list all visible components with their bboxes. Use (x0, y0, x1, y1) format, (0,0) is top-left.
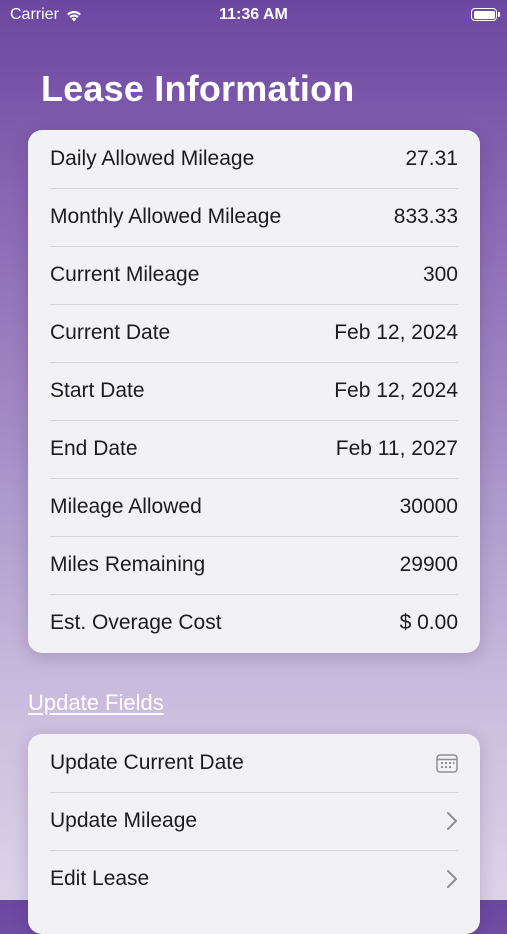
info-value: 300 (422, 263, 458, 286)
info-label: Current Mileage (50, 263, 200, 286)
info-row-start-date: Start Date Feb 12, 2024 (28, 362, 480, 420)
lease-info-card: Daily Allowed Mileage 27.31 Monthly Allo… (28, 130, 480, 653)
info-label: Est. Overage Cost (50, 611, 222, 634)
update-current-date-button[interactable]: Update Current Date (28, 734, 480, 792)
page-title: Lease Information (41, 68, 355, 109)
info-value: Feb 11, 2027 (335, 437, 458, 460)
chevron-right-icon (447, 812, 457, 830)
edit-lease-button[interactable]: Edit Lease (28, 850, 480, 908)
chevron-right-icon (447, 870, 457, 888)
info-value: 29900 (399, 553, 458, 576)
info-row-miles-remaining: Miles Remaining 29900 (28, 536, 480, 594)
info-row-end-date: End Date Feb 11, 2027 (28, 420, 480, 478)
info-label: Daily Allowed Mileage (50, 147, 255, 170)
update-actions-card: Update Current Date Update Mileage Edit … (28, 734, 480, 934)
info-row-est-overage-cost: Est. Overage Cost $ 0.00 (28, 594, 480, 652)
info-label: Start Date (50, 379, 145, 402)
info-value: 833.33 (393, 205, 458, 228)
update-fields-link[interactable]: Update Fields (28, 690, 164, 716)
info-row-current-date: Current Date Feb 12, 2024 (28, 304, 480, 362)
info-row-mileage-allowed: Mileage Allowed 30000 (28, 478, 480, 536)
info-value: 30000 (399, 495, 458, 518)
action-label: Edit Lease (50, 867, 150, 890)
action-label: Update Mileage (50, 809, 198, 832)
info-label: Current Date (50, 321, 171, 344)
update-mileage-button[interactable]: Update Mileage (28, 792, 480, 850)
action-label: Update Current Date (50, 751, 244, 774)
info-value: Feb 12, 2024 (334, 379, 458, 402)
status-bar: Carrier 11:36 AM (0, 0, 507, 32)
info-value: 27.31 (405, 147, 458, 170)
info-row-daily-allowed-mileage: Daily Allowed Mileage 27.31 (28, 130, 480, 188)
calendar-icon (436, 754, 458, 773)
info-label: End Date (50, 437, 138, 460)
info-row-monthly-allowed-mileage: Monthly Allowed Mileage 833.33 (28, 188, 480, 246)
info-row-current-mileage: Current Mileage 300 (28, 246, 480, 304)
battery-icon (471, 8, 500, 21)
info-value: Feb 12, 2024 (334, 321, 458, 344)
info-label: Miles Remaining (50, 553, 206, 576)
info-label: Mileage Allowed (50, 495, 202, 518)
info-value: $ 0.00 (399, 611, 458, 634)
status-time: 11:36 AM (219, 6, 288, 23)
info-label: Monthly Allowed Mileage (50, 205, 282, 228)
